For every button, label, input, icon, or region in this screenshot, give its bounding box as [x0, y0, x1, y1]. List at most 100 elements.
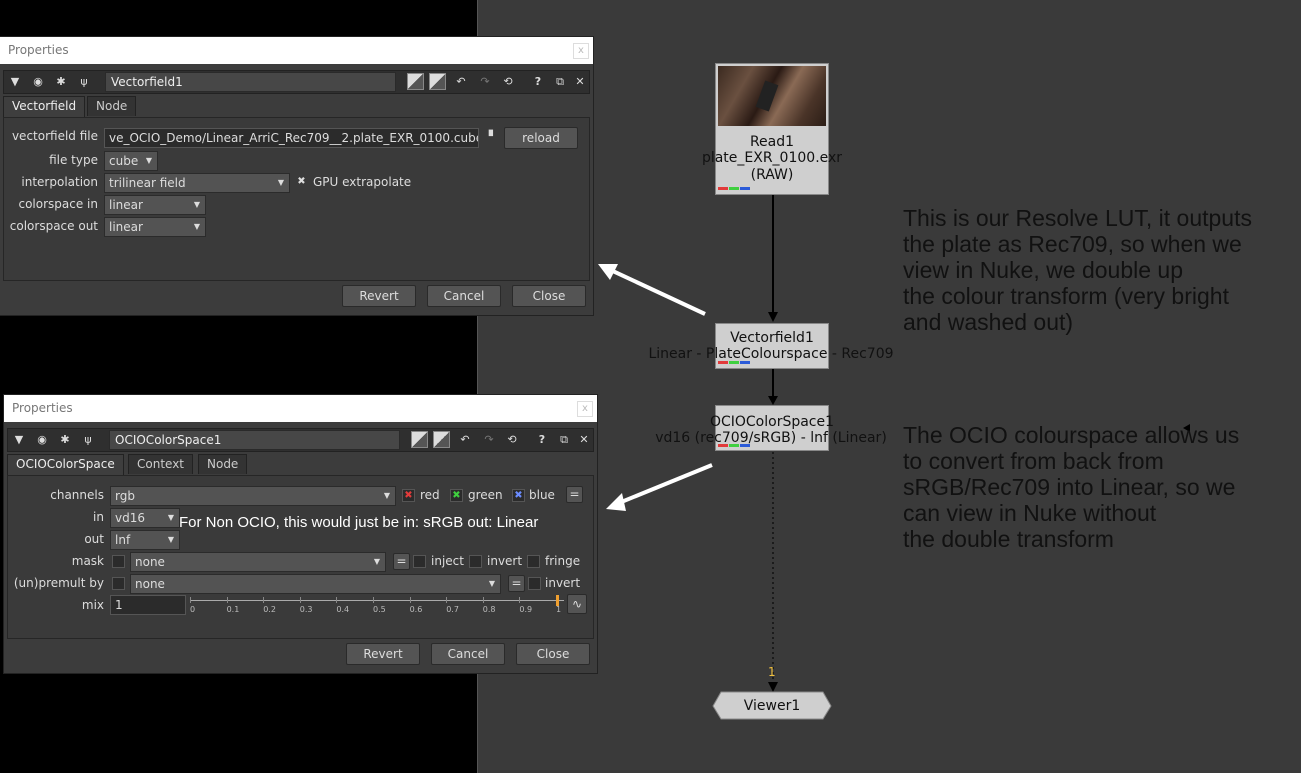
tab-context[interactable]: Context [128, 454, 194, 474]
revert-button[interactable]: Revert [342, 285, 416, 307]
collapse-triangle-icon[interactable]: ▼ [7, 74, 23, 90]
revert-icon[interactable]: ⟲ [500, 74, 516, 90]
channels-dropdown[interactable]: rgb ▼ [110, 486, 396, 506]
channels-link-button[interactable]: = [566, 486, 583, 503]
red-channel-checkbox[interactable]: ✖ [402, 489, 415, 502]
blue-channel-checkbox[interactable]: ✖ [512, 489, 525, 502]
revert-icon[interactable]: ⟲ [504, 432, 520, 448]
float-panel-icon[interactable]: ⧉ [552, 74, 568, 90]
mix-input[interactable]: 1 [110, 595, 186, 615]
annotation-line: The OCIO colourspace allows us [903, 422, 1240, 448]
vectorfield-file-input[interactable]: ve_OCIO_Demo/Linear_ArriC_Rec709__2.plat… [104, 128, 479, 148]
in-dropdown[interactable]: vd16 ▼ [110, 508, 180, 528]
vectorfield-blue-channel [740, 361, 750, 364]
node-name-field[interactable]: OCIOColorSpace1 [109, 430, 400, 450]
chevron-down-icon: ▼ [145, 156, 152, 165]
annotation-line: sRGB/Rec709 into Linear, so we [903, 474, 1236, 500]
slider-tick-label: 0.1 [226, 605, 240, 614]
close-icon[interactable]: ✕ [572, 74, 588, 90]
node-name-field[interactable]: Vectorfield1 [105, 72, 396, 92]
read-red-channel [718, 187, 728, 190]
premult-link-button[interactable]: = [508, 575, 525, 592]
mix-slider-handle[interactable] [556, 595, 559, 606]
mask-link-button[interactable]: = [393, 553, 410, 570]
mix-slider-ticks: 0 0.1 0.2 0.3 0.4 0.5 0.6 0.7 0.8 0.9 1 [190, 594, 564, 618]
redo-icon[interactable]: ↷ [477, 74, 493, 90]
collapse-triangle-icon[interactable]: ▼ [11, 432, 27, 448]
redo-icon[interactable]: ↷ [481, 432, 497, 448]
color-swatch-icon[interactable] [429, 73, 446, 90]
revert-button[interactable]: Revert [346, 643, 420, 665]
colorspace-in-value: linear [109, 198, 143, 212]
wrench-icon[interactable]: ψ [76, 74, 92, 90]
tab-vectorfield[interactable]: Vectorfield [3, 96, 86, 118]
fringe-checkbox[interactable] [527, 555, 540, 568]
panel-titlebar[interactable]: Properties x [4, 395, 597, 422]
color-swatch-icon[interactable] [407, 73, 424, 90]
red-channel-label: red [420, 488, 440, 502]
premult-invert-checkbox[interactable] [528, 577, 541, 590]
color-swatch-icon[interactable] [411, 431, 428, 448]
read-blue-channel [740, 187, 750, 190]
tab-content: channels rgb ▼ ✖ red ✖ green ✖ blue = in … [7, 475, 594, 639]
out-dropdown[interactable]: lnf ▼ [110, 530, 180, 550]
read-to-vectorfield-arrowhead [768, 312, 778, 322]
color-swatch-icon[interactable] [433, 431, 450, 448]
chevron-down-icon: ▼ [167, 513, 174, 522]
blue-channel-label: blue [529, 488, 555, 502]
center-node-icon[interactable]: ◉ [30, 74, 46, 90]
interpolation-label: interpolation [21, 175, 98, 189]
bug-icon[interactable]: ✱ [57, 432, 73, 448]
bug-icon[interactable]: ✱ [53, 74, 69, 90]
reload-button[interactable]: reload [504, 127, 578, 149]
panel-titlebar[interactable]: Properties x [0, 37, 593, 64]
float-panel-icon[interactable]: ⧉ [556, 432, 572, 448]
colorspace-in-label: colorspace in [18, 197, 98, 211]
mix-slider[interactable]: 0 0.1 0.2 0.3 0.4 0.5 0.6 0.7 0.8 0.9 1 [190, 594, 564, 618]
help-icon[interactable]: ? [534, 432, 550, 448]
ocio-node-label: vd16 (rec709/sRGB) - lnf (Linear) [655, 430, 887, 446]
interpolation-dropdown[interactable]: trilinear field ▼ [104, 173, 290, 193]
cancel-button[interactable]: Cancel [427, 285, 501, 307]
invert-mask-checkbox[interactable] [469, 555, 482, 568]
viewer-node-name[interactable]: Viewer1 [711, 698, 833, 714]
undo-icon[interactable]: ↶ [453, 74, 469, 90]
tab-ocio-colorspace[interactable]: OCIOColorSpace [7, 454, 124, 476]
fringe-label: fringe [545, 554, 581, 568]
wrench-icon[interactable]: ψ [80, 432, 96, 448]
file-type-value: cube [109, 154, 139, 168]
node-graph[interactable]: Read1 plate_EXR_0100.exr (RAW) Vectorfie… [477, 0, 1301, 773]
center-node-icon[interactable]: ◉ [34, 432, 50, 448]
cancel-button[interactable]: Cancel [431, 643, 505, 665]
close-button[interactable]: Close [512, 285, 586, 307]
file-type-dropdown[interactable]: cube ▼ [104, 151, 158, 171]
close-button[interactable]: Close [516, 643, 590, 665]
tab-node[interactable]: Node [198, 454, 248, 474]
colorspace-in-dropdown[interactable]: linear ▼ [104, 195, 206, 215]
vectorfield-to-ocio-arrowhead [768, 396, 778, 405]
inject-checkbox[interactable] [413, 555, 426, 568]
ocio-blue-channel [740, 444, 750, 447]
mask-enable-checkbox[interactable] [112, 555, 125, 568]
close-icon[interactable]: ✕ [576, 432, 592, 448]
chevron-down-icon: ▼ [488, 579, 495, 588]
close-icon[interactable]: x [577, 401, 593, 417]
slider-tick-mark [190, 597, 191, 603]
tab-node[interactable]: Node [87, 96, 137, 116]
premult-dropdown[interactable]: none ▼ [130, 574, 501, 594]
animation-curve-button[interactable]: ∿ [567, 594, 587, 614]
slider-tick-label: 0.4 [336, 605, 350, 614]
premult-enable-checkbox[interactable] [112, 577, 125, 590]
close-icon[interactable]: x [573, 43, 589, 59]
vectorfield-file-label: vectorfield file [11, 129, 98, 143]
green-channel-checkbox[interactable]: ✖ [450, 489, 463, 502]
colorspace-out-dropdown[interactable]: linear ▼ [104, 217, 206, 237]
arrow-to-vectorfield-panel [601, 264, 706, 316]
gpu-extrapolate-checkbox[interactable]: ✖ [296, 176, 307, 187]
annotation-line: the colour transform (very bright [903, 283, 1229, 309]
folder-icon[interactable]: ▘ [485, 129, 501, 145]
undo-icon[interactable]: ↶ [457, 432, 473, 448]
panel-toolbar: ▼ ◉ ✱ ψ OCIOColorSpace1 ↶ ↷ ⟲ ? ⧉ ✕ [7, 428, 594, 452]
mask-dropdown[interactable]: none ▼ [130, 552, 386, 572]
help-icon[interactable]: ? [530, 74, 546, 90]
